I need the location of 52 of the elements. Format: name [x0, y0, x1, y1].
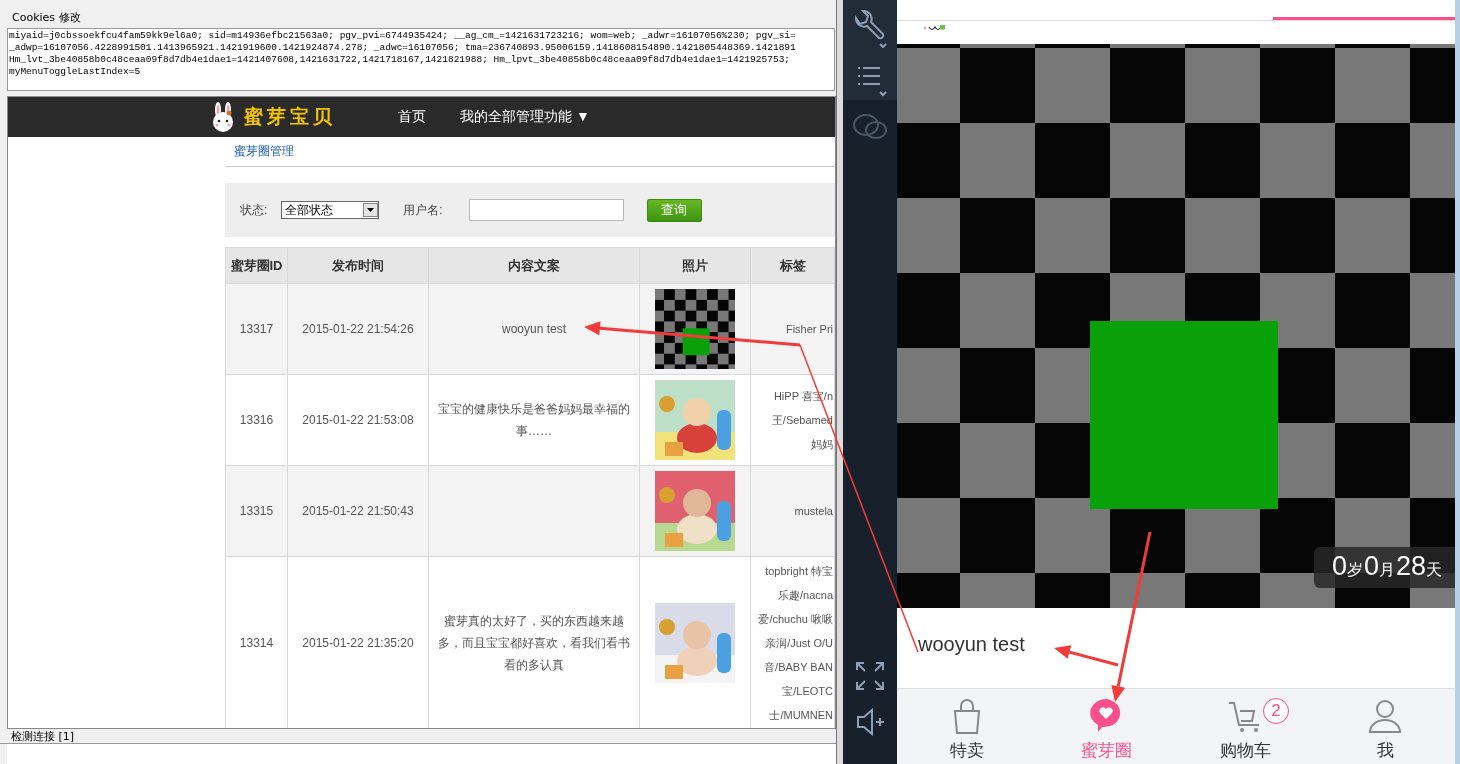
column-header: 发布时间 [287, 247, 429, 284]
volume-up-icon[interactable] [854, 706, 886, 738]
age-unit: 天 [1426, 560, 1442, 580]
tab[interactable]: 特卖 [897, 689, 1037, 764]
breadcrumb[interactable]: 蜜芽圈管理 [234, 143, 294, 160]
age-unit: 岁 [1346, 561, 1363, 580]
status-dropdown[interactable]: 全部状态 [281, 201, 380, 219]
table-cell-text: mustela [793, 504, 833, 519]
age-number: 28 [1395, 551, 1426, 582]
post-caption: wooyun test [918, 632, 1025, 656]
table-cell: 13314 [239, 636, 274, 650]
username-field[interactable] [468, 199, 624, 221]
panel-title: Cookies 修改 [12, 12, 81, 24]
nav-link[interactable]: 首页 [398, 108, 426, 126]
nav-link[interactable]: 我的全部管理功能 ▼ [460, 108, 590, 126]
age-unit: 月 [1378, 560, 1395, 580]
caret-icon [367, 208, 375, 212]
table-cell: 2015-01-22 21:54:26 [302, 322, 414, 336]
table-cell-text: 蜜芽真的太好了，买的东西越来越多，而且宝宝都好喜欢，看我们看书看的多认真 [437, 613, 631, 674]
table-cell-text: Fisher Pri [784, 322, 833, 337]
count-badge: 2 [1263, 698, 1289, 724]
table-cell-text: 宝宝的健康快乐是爸爸妈妈最幸福的事…… [437, 401, 631, 440]
table-cell-text: wooyun test [500, 321, 567, 338]
column-header: 内容文案 [428, 247, 640, 284]
table-cell-text: 乐趣/nacna [776, 588, 833, 603]
table-cell-text: topbright 特宝 [764, 564, 833, 579]
column-header: 蜜芽圈ID [225, 247, 288, 284]
table-cell: 2015-01-22 21:53:08 [302, 413, 414, 427]
table-cell: 13316 [239, 413, 274, 427]
table-cell-text: 妈妈 [810, 437, 833, 452]
table-cell-text: 宝/LEOTC [781, 684, 833, 699]
table-cell-text: 士/MUMNEN [768, 708, 833, 723]
field-label: 用户名: [403, 201, 443, 219]
table-cell-text: 亲润/Just O/U [764, 636, 833, 651]
table-cell: 2015-01-22 21:50:43 [302, 504, 414, 518]
person-icon [1367, 697, 1404, 735]
age-number: 0 [1363, 551, 1379, 582]
expand-icon[interactable] [854, 660, 886, 692]
table-cell-text: 爱/chuchu 啾啾 [757, 612, 833, 627]
table-cell: 2015-01-22 21:35:20 [302, 636, 414, 650]
tab[interactable]: 购物车 2 [1176, 689, 1316, 764]
tab[interactable]: 我 [1315, 689, 1455, 764]
table-cell-text: 音/BABY BAN [763, 660, 833, 675]
column-header: 标签 [750, 247, 835, 284]
logo-text: 蜜芽宝贝 [244, 104, 336, 129]
field-label: 状态: [240, 201, 268, 219]
age-number: 0 [1331, 551, 1347, 582]
table-cell: 13317 [239, 322, 274, 336]
status-text: 检测连接 [1] [11, 728, 75, 744]
table-cell: 13315 [239, 504, 274, 518]
cookie-text-field[interactable]: miyaid=j0cbssoekfcu4fam59kk9el6a0; sid=m14936efbc21563a0; pgv_pvi=6744935424; __ag_cm_=1421631723216; wom=web; _adwr=16107056%230; pgv_si= _adwp=16107056.4228991501.1413965921.1421919600.1421924874.278; _adwc=16107056; tma=236740893.95006159.1418608154890.1421805448369.1421891 Hm_lvt_3be40858b0c48ceaa09f8d7db4e1dae1=1421407608,1421631722,1421718167,1421821988; Hm_lpvt_3be40858b0c48ceaa09f8d7db4e1dae1=1421925753; myMenuToggleLastIndex=5 [7, 28, 835, 91]
column-header: 照片 [639, 247, 751, 284]
